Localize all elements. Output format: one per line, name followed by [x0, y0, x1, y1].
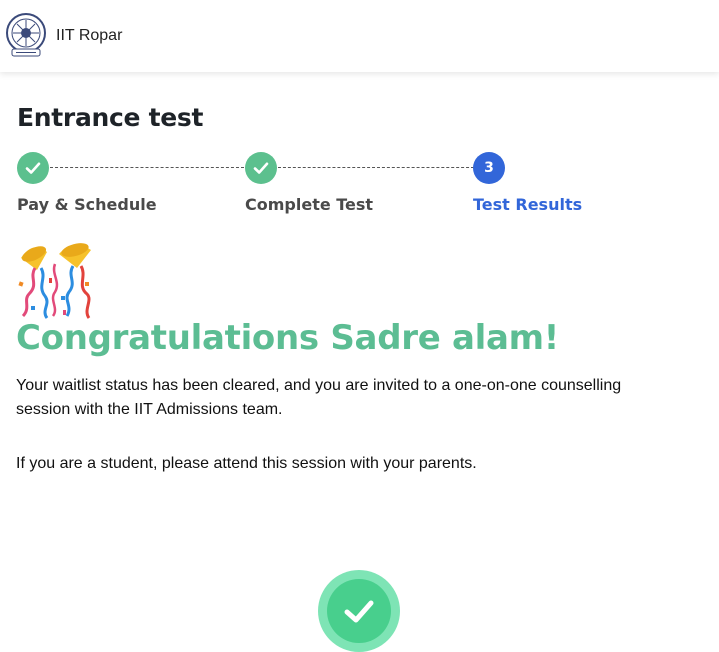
step-3-label: Test Results [473, 195, 583, 214]
step-1-check-icon [17, 152, 49, 184]
success-check-icon [318, 570, 400, 652]
top-header: IIT Ropar [0, 0, 719, 72]
step-connector [278, 167, 474, 168]
waitlist-message: Your waitlist status has been cleared, a… [16, 377, 622, 418]
step-1-label: Pay & Schedule [17, 195, 157, 214]
brand-name[interactable]: IIT Ropar [56, 27, 122, 45]
step-connector [50, 167, 244, 168]
parents-note: If you are a student, please attend this… [16, 455, 477, 472]
congratulations-heading: Congratulations Sadre alam! [16, 318, 559, 358]
step-3-number: 3 [473, 152, 505, 184]
progress-stepper: Pay & Schedule Complete Test 3 Test Resu… [0, 150, 719, 230]
iit-ropar-seal-icon[interactable] [4, 12, 48, 58]
step-2-label: Complete Test [245, 195, 374, 214]
party-popper-icon [15, 238, 95, 320]
page-title: Entrance test [17, 103, 204, 132]
step-2-check-icon [245, 152, 277, 184]
success-check-inner [327, 579, 391, 643]
